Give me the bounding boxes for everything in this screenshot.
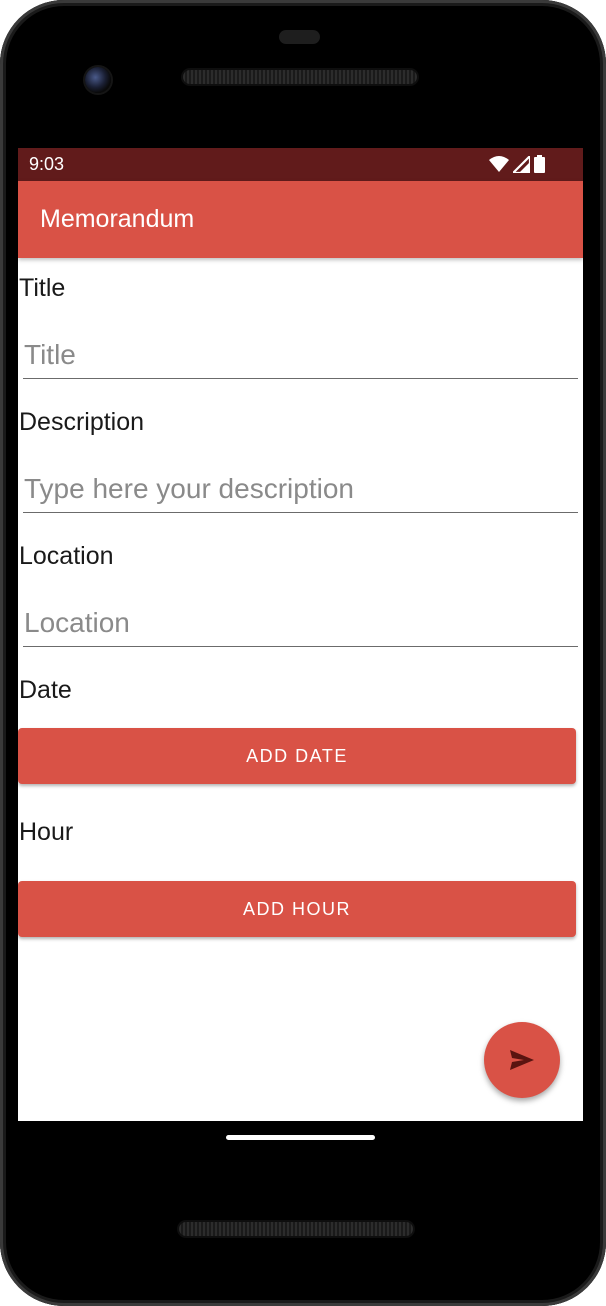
- earpiece-speaker: [183, 70, 417, 84]
- send-icon: [510, 1050, 534, 1070]
- add-hour-button[interactable]: ADD HOUR: [18, 881, 576, 937]
- cell-signal-icon: [513, 155, 530, 173]
- status-icons: [489, 155, 545, 173]
- front-camera: [85, 67, 111, 93]
- proximity-sensor: [279, 30, 320, 44]
- phone-screen: 9:03 Memorandum Title Description: [18, 148, 583, 1121]
- app-bar: Memorandum: [18, 181, 583, 258]
- bottom-speaker: [179, 1222, 413, 1236]
- status-time: 9:03: [29, 154, 65, 174]
- title-label: Title: [19, 274, 66, 302]
- wifi-icon: [489, 156, 509, 172]
- hour-label: Hour: [19, 818, 74, 846]
- location-label: Location: [19, 542, 114, 570]
- date-label: Date: [19, 676, 72, 704]
- app-title: Memorandum: [40, 205, 195, 233]
- title-input[interactable]: [23, 331, 578, 379]
- add-date-button[interactable]: ADD DATE: [18, 728, 576, 784]
- gesture-navigation-bar[interactable]: [226, 1135, 375, 1140]
- location-input[interactable]: [23, 599, 578, 647]
- send-fab-button[interactable]: [484, 1022, 560, 1098]
- phone-device-frame: 9:03 Memorandum Title Description: [0, 0, 606, 1306]
- description-input[interactable]: [23, 465, 578, 513]
- description-label: Description: [19, 408, 145, 436]
- battery-icon: [534, 155, 545, 173]
- status-bar: 9:03: [18, 148, 583, 181]
